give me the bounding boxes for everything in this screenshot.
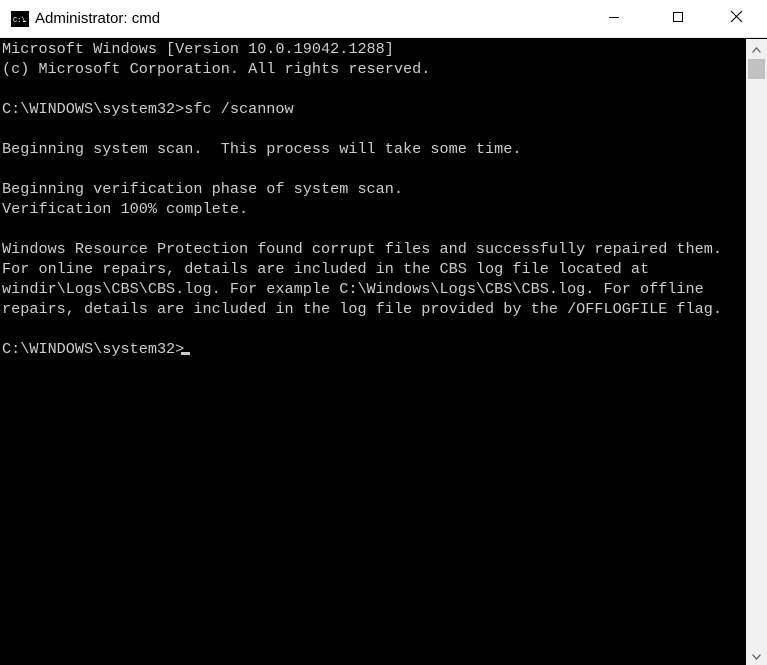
cmd-console-icon[interactable]: C:\ [11,11,29,27]
console-output[interactable]: Microsoft Windows [Version 10.0.19042.12… [0,39,746,665]
console-line: windir\Logs\CBS\CBS.log. For example C:\… [2,280,704,298]
chevron-down-icon [752,647,761,665]
console-line: C:\WINDOWS\system32>sfc /scannow [2,100,294,118]
maximize-button[interactable] [655,0,701,38]
console-line: (c) Microsoft Corporation. All rights re… [2,60,431,78]
text-cursor [181,352,190,355]
console-line: Beginning verification phase of system s… [2,180,404,198]
window-title: Administrator: cmd [35,10,161,27]
scroll-down-button[interactable] [746,646,767,665]
minimize-button[interactable] [591,0,637,38]
scroll-up-button[interactable] [746,39,767,58]
maximize-icon [672,10,684,28]
chevron-up-icon [752,40,761,58]
scrollbar-thumb[interactable] [748,59,765,79]
console-line: Beginning system scan. This process will… [2,140,522,158]
console-line: For online repairs, details are included… [2,260,650,278]
console-line: Verification 100% complete. [2,200,249,218]
console-line: Microsoft Windows [Version 10.0.19042.12… [2,40,394,58]
console-line: Windows Resource Protection found corrup… [2,240,723,258]
vertical-scrollbar[interactable] [746,39,767,665]
command-prompt[interactable]: C:\WINDOWS\system32> [2,339,184,359]
close-icon [730,10,743,28]
minimize-icon [608,10,620,28]
title-bar[interactable]: C:\ Administrator: cmd [0,0,767,38]
close-button[interactable] [713,0,759,38]
cmd-window: C:\ Administrator: cmd Microsoft Windows… [0,0,767,665]
console-line: repairs, details are included in the log… [2,300,723,318]
